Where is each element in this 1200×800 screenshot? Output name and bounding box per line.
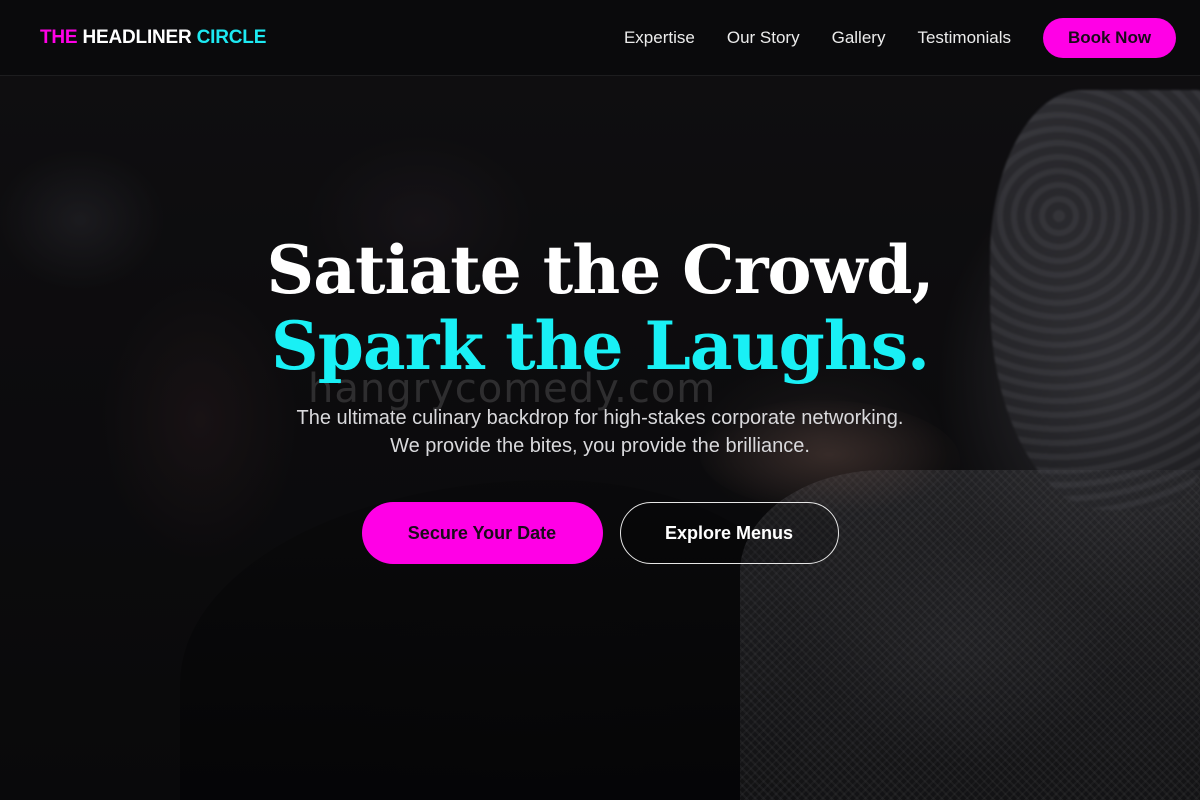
nav-link-testimonials[interactable]: Testimonials [917,28,1011,48]
brand-logo-part-2: HEADLINER [82,26,192,48]
secure-your-date-button[interactable]: Secure Your Date [361,502,603,564]
explore-menus-button[interactable]: Explore Menus [619,502,839,564]
hero-section: Satiate the Crowd, Spark the Laughs. The… [0,232,1200,564]
headline-line-2: Spark the Laughs. [271,307,930,385]
book-now-button[interactable]: Book Now [1043,17,1176,58]
nav-link-our-story[interactable]: Our Story [727,28,800,48]
hero-headline: Satiate the Crowd, Spark the Laughs. [0,232,1200,384]
brand-logo-part-3: CIRCLE [196,26,267,48]
nav-links: Expertise Our Story Gallery Testimonials… [624,17,1176,58]
brand-logo[interactable]: THE HEADLINER CIRCLE [40,27,266,49]
landing-page: THE HEADLINER CIRCLE Expertise Our Story… [0,0,1200,800]
top-navbar: THE HEADLINER CIRCLE Expertise Our Story… [0,0,1200,76]
headline-line-1: Satiate the Crowd, [266,231,935,309]
nav-link-gallery[interactable]: Gallery [832,28,886,48]
hero-cta-row: Secure Your Date Explore Menus [0,502,1200,564]
hero-subtitle: The ultimate culinary backdrop for high-… [296,407,904,457]
brand-logo-part-1: THE [40,26,78,48]
nav-link-expertise[interactable]: Expertise [624,28,695,48]
